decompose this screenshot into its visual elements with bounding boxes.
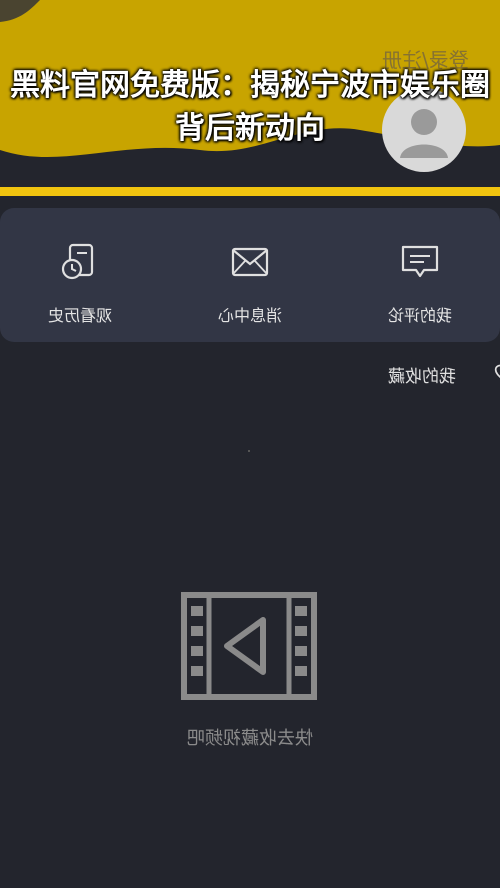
menu-item-history-label: 观看历史 [48,306,113,325]
menu-item-history[interactable]: 观看历史 [20,230,140,330]
menu-item-comments[interactable]: 我的评论 [360,230,480,330]
menu-item-messages-label: 消息中心 [218,306,283,325]
favorites-header[interactable]: 我的收藏 [388,362,500,387]
quick-menu-card: 观看历史 消息中心 我的评论 [0,208,500,342]
accent-divider [0,187,500,196]
article-title-overlay: 黑料官网免费版：揭秘宁波市娱乐圈背后新动向 [10,68,490,146]
profile-header: 登录/注册 黑料官网免费版：揭秘宁波市娱乐圈背后新动向 [0,0,500,190]
video-film-icon [181,592,317,700]
menu-item-comments-label: 我的评论 [388,306,453,325]
menu-item-messages[interactable]: 消息中心 [190,230,310,330]
empty-favorites-message: 快去收藏视频吧 [0,724,500,750]
comment-icon [401,245,439,278]
envelope-icon [231,247,269,277]
heart-icon [494,364,500,379]
clock-document-icon [61,243,94,280]
stray-dot [248,450,250,452]
favorites-label: 我的收藏 [388,367,456,387]
empty-favorites-text: 快去收藏视频吧 [187,728,313,749]
